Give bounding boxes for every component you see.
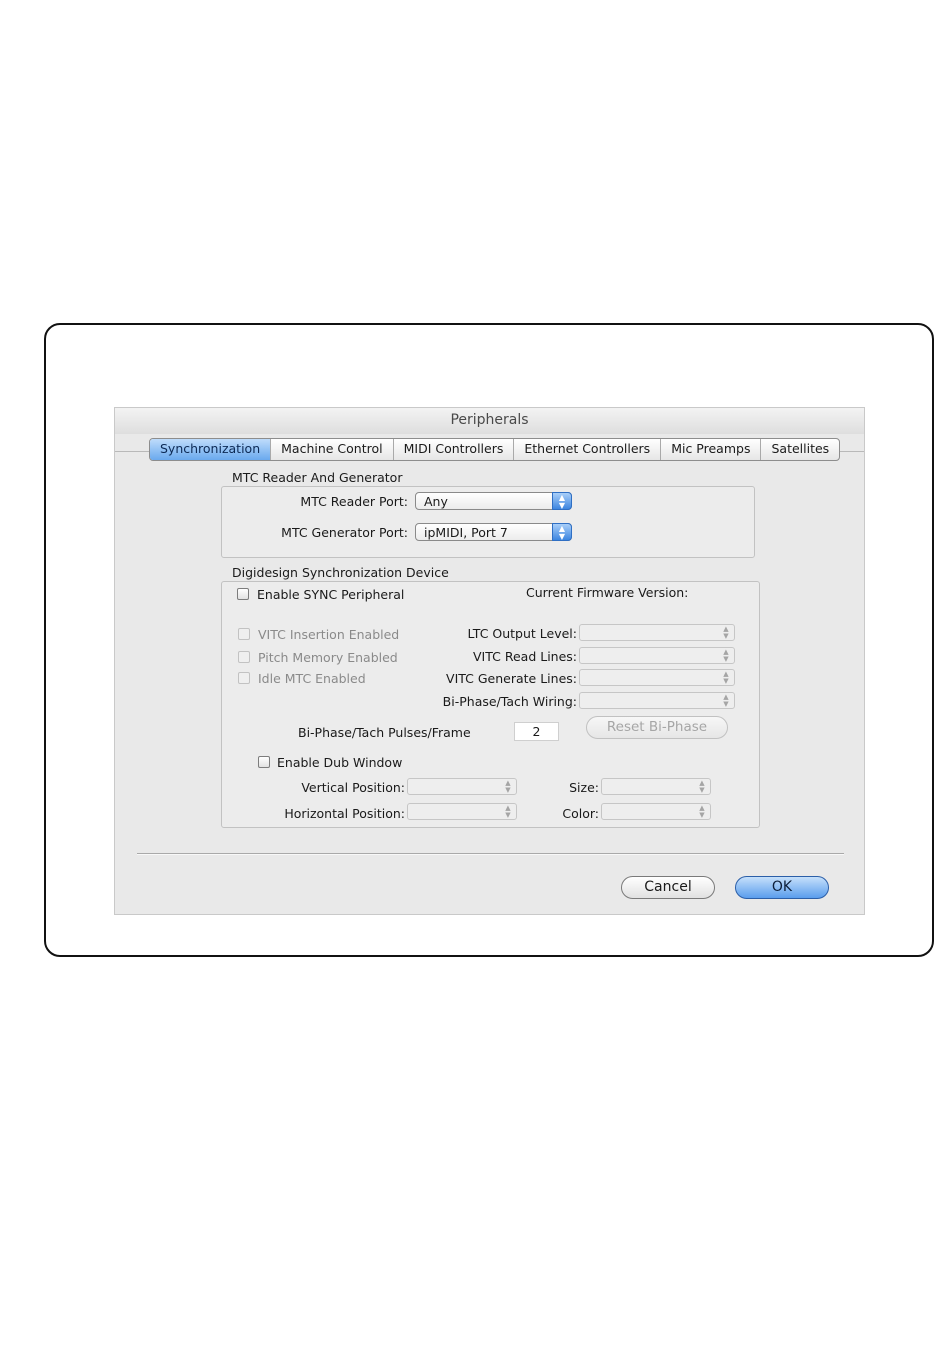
mtc-group-heading: MTC Reader And Generator <box>232 470 403 485</box>
up-down-arrows-icon: ▲ ▼ <box>505 804 511 819</box>
up-down-arrows-icon: ▲ ▼ <box>699 779 705 794</box>
color-select[interactable]: ▲ ▼ <box>601 803 711 820</box>
vitc-insertion-checkbox[interactable] <box>238 628 250 640</box>
pitch-memory-checkbox[interactable] <box>238 651 250 663</box>
reset-biphase-button[interactable]: Reset Bi-Phase <box>586 716 728 739</box>
up-down-arrows-icon: ▲ ▼ <box>723 693 729 708</box>
pitch-memory-label: Pitch Memory Enabled <box>258 650 398 665</box>
enable-dub-window-checkbox[interactable] <box>258 756 270 768</box>
enable-sync-peripheral-label: Enable SYNC Peripheral <box>257 587 405 602</box>
tab-mic-preamps[interactable]: Mic Preamps <box>661 439 762 460</box>
mtc-generator-port-select[interactable]: ipMIDI, Port 7 ▲ ▼ <box>415 523 572 541</box>
firmware-version-label: Current Firmware Version: <box>526 585 689 600</box>
tab-bar: Synchronization Machine Control MIDI Con… <box>149 438 841 461</box>
vitc-generate-lines-label: VITC Generate Lines: <box>446 671 577 686</box>
tab-satellites[interactable]: Satellites <box>761 439 839 460</box>
idle-mtc-checkbox[interactable] <box>238 672 250 684</box>
horizontal-position-select[interactable]: ▲ ▼ <box>407 803 517 820</box>
mtc-reader-port-select[interactable]: Any ▲ ▼ <box>415 492 572 510</box>
vitc-insertion-label: VITC Insertion Enabled <box>258 627 400 642</box>
sync-group-heading: Digidesign Synchronization Device <box>232 565 449 580</box>
vertical-position-label: Vertical Position: <box>301 780 405 795</box>
tab-synchronization[interactable]: Synchronization <box>150 439 272 460</box>
ltc-output-level-label: LTC Output Level: <box>467 626 577 641</box>
color-label: Color: <box>562 806 599 821</box>
enable-dub-window-label: Enable Dub Window <box>277 755 403 770</box>
footer-separator <box>137 853 844 855</box>
up-down-arrows-icon: ▲ ▼ <box>552 523 572 541</box>
window-title: Peripherals <box>115 408 864 434</box>
vitc-read-lines-select[interactable]: ▲ ▼ <box>579 647 735 664</box>
mtc-reader-port-value: Any <box>424 494 448 509</box>
tab-midi-controllers[interactable]: MIDI Controllers <box>394 439 515 460</box>
biphase-wiring-label: Bi-Phase/Tach Wiring: <box>442 694 577 709</box>
enable-sync-peripheral-checkbox[interactable] <box>237 588 249 600</box>
horizontal-position-label: Horizontal Position: <box>284 806 405 821</box>
vitc-read-lines-label: VITC Read Lines: <box>473 649 577 664</box>
tab-machine-control[interactable]: Machine Control <box>271 439 394 460</box>
vitc-generate-lines-select[interactable]: ▲ ▼ <box>579 669 735 686</box>
biphase-wiring-select[interactable]: ▲ ▼ <box>579 692 735 709</box>
pulses-per-frame-label: Bi-Phase/Tach Pulses/Frame <box>298 725 471 740</box>
up-down-arrows-icon: ▲ ▼ <box>723 648 729 663</box>
size-label: Size: <box>569 780 599 795</box>
vertical-position-select[interactable]: ▲ ▼ <box>407 778 517 795</box>
peripherals-dialog: Peripherals Synchronization Machine Cont… <box>114 407 865 915</box>
cancel-button[interactable]: Cancel <box>621 876 715 899</box>
size-select[interactable]: ▲ ▼ <box>601 778 711 795</box>
tab-ethernet-controllers[interactable]: Ethernet Controllers <box>514 439 662 460</box>
up-down-arrows-icon: ▲ ▼ <box>723 625 729 640</box>
mtc-generator-port-label: MTC Generator Port: <box>281 525 408 540</box>
pulses-per-frame-input[interactable]: 2 <box>514 722 559 741</box>
up-down-arrows-icon: ▲ ▼ <box>552 492 572 510</box>
mtc-reader-port-label: MTC Reader Port: <box>300 494 408 509</box>
idle-mtc-label: Idle MTC Enabled <box>258 671 366 686</box>
up-down-arrows-icon: ▲ ▼ <box>699 804 705 819</box>
up-down-arrows-icon: ▲ ▼ <box>505 779 511 794</box>
ltc-output-level-select[interactable]: ▲ ▼ <box>579 624 735 641</box>
ok-button[interactable]: OK <box>735 876 829 899</box>
mtc-generator-port-value: ipMIDI, Port 7 <box>424 525 508 540</box>
up-down-arrows-icon: ▲ ▼ <box>723 670 729 685</box>
